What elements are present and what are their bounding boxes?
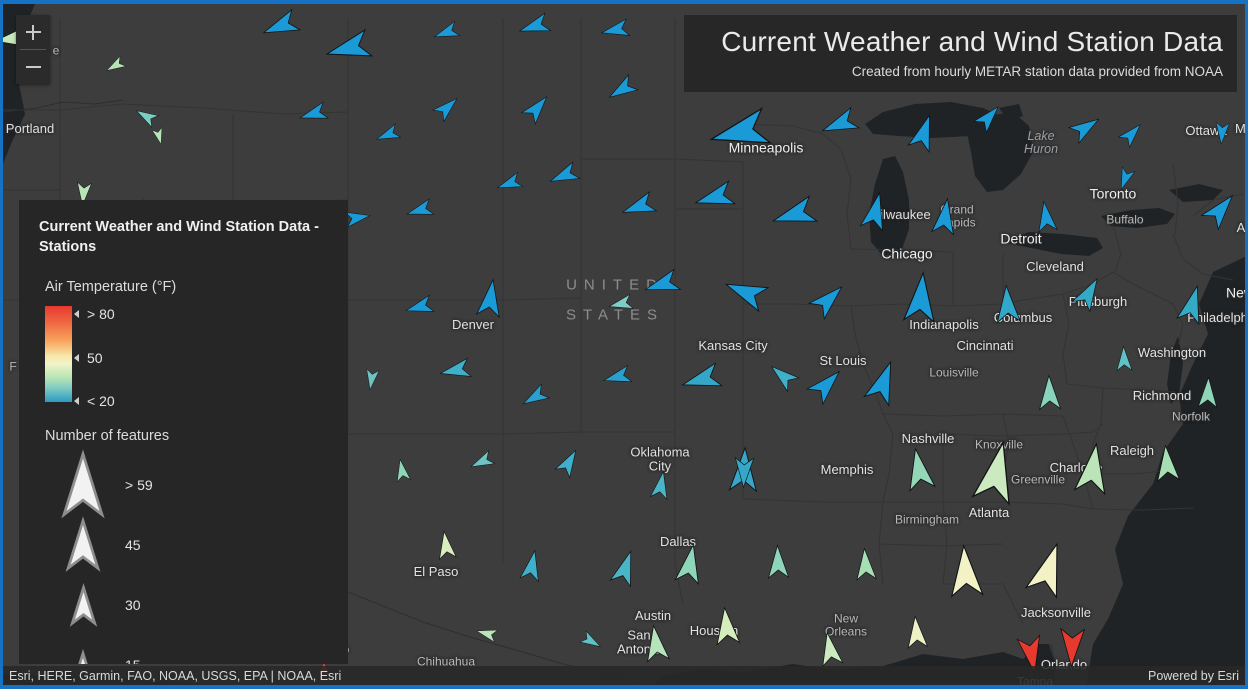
wind-station-arrow[interactable] xyxy=(362,367,380,391)
map-title: Current Weather and Wind Station Data xyxy=(721,26,1223,57)
zoom-out-button[interactable] xyxy=(16,50,50,84)
wind-station-arrow[interactable] xyxy=(992,284,1022,324)
size-legend-label: 15 xyxy=(125,657,141,664)
wind-station-arrow[interactable] xyxy=(1152,444,1181,483)
ramp-tick-label: > 80 xyxy=(87,306,115,323)
temperature-ramp-labels: > 80 50 < 20 xyxy=(72,306,272,409)
legend-panel[interactable]: Current Weather and Wind Station Data - … xyxy=(19,200,348,664)
map-application: UNITED STATES Portland Minneapolis Milwauke… xyxy=(0,0,1248,689)
plus-icon-vertical xyxy=(32,24,34,40)
temperature-ramp-row: > 80 50 < 20 xyxy=(45,306,328,409)
map-title-card: Current Weather and Wind Station Data Cr… xyxy=(684,15,1237,93)
size-legend-label: 45 xyxy=(125,537,141,554)
temperature-ramp-label: 50 xyxy=(72,350,103,366)
wind-station-arrow[interactable] xyxy=(474,277,506,319)
wind-station-arrow[interactable] xyxy=(1115,345,1134,372)
size-legend-row: > 59 xyxy=(41,449,328,519)
attribution-bar: Esri, HERE, Garmin, FAO, NOAA, USGS, EPA… xyxy=(3,666,1245,685)
zoom-in-button[interactable] xyxy=(16,15,50,49)
wind-station-arrow[interactable] xyxy=(1213,121,1231,145)
legend-temperature-heading: Air Temperature (°F) xyxy=(45,279,177,296)
size-legend-arrow-icon xyxy=(41,582,125,627)
wind-station-arrow[interactable] xyxy=(852,547,877,581)
wind-station-arrow[interactable] xyxy=(903,615,929,649)
wind-station-arrow[interactable] xyxy=(945,544,986,599)
ramp-tick-icon xyxy=(74,310,79,319)
size-legend-row: 45 xyxy=(41,515,328,575)
wind-station-arrow[interactable] xyxy=(641,623,672,663)
size-legend-row: 15 xyxy=(41,635,328,664)
wind-station-arrow[interactable] xyxy=(1057,627,1086,669)
size-legend-label: > 59 xyxy=(125,477,153,494)
size-legend-row: 30 xyxy=(41,575,328,635)
temperature-ramp-label: > 80 xyxy=(72,306,115,322)
minus-icon xyxy=(25,66,41,68)
ramp-tick-label: < 20 xyxy=(87,393,115,410)
wind-station-arrow[interactable] xyxy=(901,270,941,324)
attribution-sources: Esri, HERE, Garmin, FAO, NOAA, USGS, EPA… xyxy=(9,668,342,683)
size-legend-label: 30 xyxy=(125,597,141,614)
wind-station-arrow[interactable] xyxy=(711,606,742,647)
ramp-tick-label: 50 xyxy=(87,350,103,367)
wind-station-arrow[interactable] xyxy=(732,456,755,489)
temperature-ramp-label: < 20 xyxy=(72,393,115,409)
ramp-tick-icon xyxy=(74,354,79,363)
powered-by-esri[interactable]: Powered by Esri xyxy=(1148,669,1239,683)
ramp-tick-icon xyxy=(74,397,79,406)
size-legend-arrow-icon xyxy=(41,648,125,664)
zoom-control[interactable] xyxy=(16,15,50,84)
wind-station-arrow[interactable] xyxy=(930,196,961,236)
size-legend-arrow-icon xyxy=(41,516,125,573)
map-subtitle: Created from hourly METAR station data p… xyxy=(851,64,1223,80)
wind-station-arrow[interactable] xyxy=(765,544,790,580)
temperature-color-ramp xyxy=(45,306,72,403)
legend-size-heading: Number of features xyxy=(45,428,170,445)
wind-station-arrow[interactable] xyxy=(1036,373,1062,410)
legend-title: Current Weather and Wind Station Data - … xyxy=(39,219,319,255)
wind-station-arrow[interactable] xyxy=(1033,199,1059,233)
wind-station-arrow[interactable] xyxy=(434,530,458,561)
wind-station-arrow[interactable] xyxy=(1072,441,1115,496)
size-legend-arrow-icon xyxy=(41,449,125,519)
size-legend-list: > 59453015< 2 xyxy=(41,449,328,664)
wind-station-arrow[interactable] xyxy=(1196,375,1219,408)
